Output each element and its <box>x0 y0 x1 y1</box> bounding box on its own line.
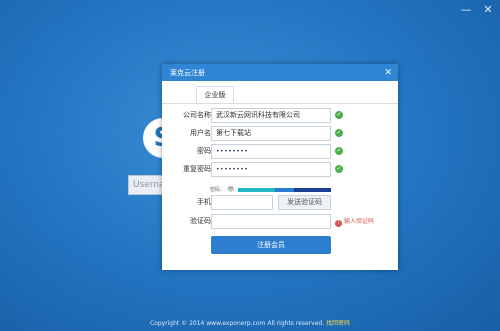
footer: Copyright © 2014 www.exponerp.com All ri… <box>0 318 500 327</box>
username-field[interactable]: 第七下载站 <box>211 126 331 141</box>
captcha-row: 验证码 ! 输入验证码 <box>162 214 398 229</box>
eye-icon[interactable]: 👁 <box>227 186 235 194</box>
phone-label: 手机 <box>197 198 211 206</box>
register-button[interactable]: 注册会员 <box>211 236 331 254</box>
window-controls: — ✕ <box>460 4 494 15</box>
company-row: 公司名称 武汉新云网讯科技有限公司 ✓ <box>162 108 398 123</box>
tab-bar: 企业版 <box>162 85 398 104</box>
warning-icon: ! <box>335 220 342 227</box>
password-label: 密码 <box>197 147 211 155</box>
confirm-password-label: 重复密码 <box>183 165 211 173</box>
phone-row: 手机 发送验证码 <box>162 195 398 210</box>
register-dialog: 莱克云注册 ✕ 企业版 公司名称 武汉新云网讯科技有限公司 ✓ 用户名 第七下载… <box>162 64 398 270</box>
password-strength: 密码： 👁 <box>162 185 398 195</box>
password-field[interactable]: •••••••• <box>211 144 331 159</box>
send-code-button[interactable]: 发送验证码 <box>278 195 331 210</box>
minimize-icon[interactable]: — <box>460 4 472 15</box>
company-label: 公司名称 <box>183 111 211 119</box>
strength-bar-fill <box>238 188 331 192</box>
dialog-title: 莱克云注册 <box>170 68 205 77</box>
captcha-warning: ! 输入验证码 <box>335 214 374 229</box>
strength-bar <box>238 188 331 192</box>
username-row: 用户名 第七下载站 ✓ <box>162 126 398 141</box>
username-label: 用户名 <box>190 129 211 137</box>
company-field[interactable]: 武汉新云网讯科技有限公司 <box>211 108 331 123</box>
confirm-password-row: 重复密码 •••••••• ✓ <box>162 162 398 177</box>
check-icon: ✓ <box>335 165 343 173</box>
check-icon: ✓ <box>335 111 343 119</box>
window-close-icon[interactable]: ✕ <box>482 4 494 15</box>
captcha-label: 验证码 <box>190 217 211 225</box>
dialog-titlebar: 莱克云注册 ✕ <box>162 64 398 81</box>
recover-password-link[interactable]: 找回密码 <box>326 320 350 327</box>
copyright-text: Copyright © 2014 www.exponerp.com All ri… <box>149 320 325 327</box>
close-icon[interactable]: ✕ <box>384 68 392 78</box>
password-row: 密码 •••••••• ✓ <box>162 144 398 159</box>
phone-field[interactable] <box>211 195 273 210</box>
strength-label: 密码： <box>210 187 226 193</box>
check-icon: ✓ <box>335 147 343 155</box>
confirm-password-field[interactable]: •••••••• <box>211 162 331 177</box>
captcha-warning-text: 输入验证码 <box>344 218 375 225</box>
tab-enterprise[interactable]: 企业版 <box>196 86 234 103</box>
captcha-field[interactable] <box>211 214 331 229</box>
check-icon: ✓ <box>335 129 343 137</box>
